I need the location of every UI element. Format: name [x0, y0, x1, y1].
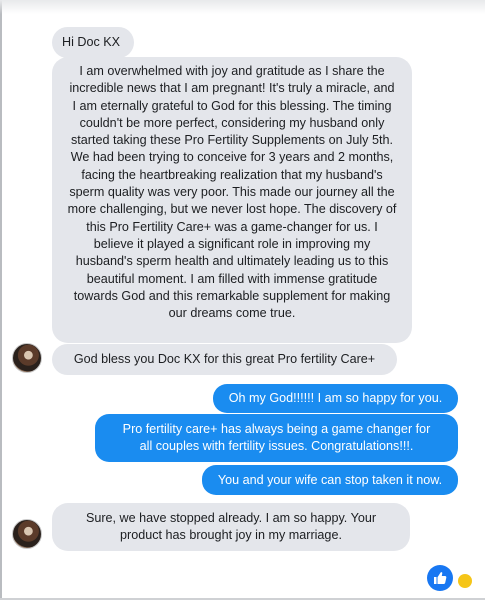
- received-message-testimonial: I am overwhelmed with joy and gratitude …: [52, 57, 412, 343]
- sent-message-happy: Oh my God!!!!!! I am so happy for you.: [213, 384, 458, 413]
- contact-avatar[interactable]: [12, 519, 42, 549]
- received-message-greeting: Hi Doc KX: [52, 27, 134, 58]
- window-edge: [0, 0, 2, 600]
- thumbs-up-icon[interactable]: [427, 565, 453, 591]
- sent-message-stop: You and your wife can stop taken it now.: [202, 465, 458, 495]
- seen-indicator: [458, 574, 472, 588]
- received-message-blessing: God bless you Doc KX for this great Pro …: [52, 344, 397, 375]
- sent-message-game-changer: Pro fertility care+ has always being a g…: [95, 414, 458, 462]
- contact-avatar[interactable]: [12, 343, 42, 373]
- top-shadow: [0, 0, 485, 14]
- received-message-reply: Sure, we have stopped already. I am so h…: [52, 503, 410, 551]
